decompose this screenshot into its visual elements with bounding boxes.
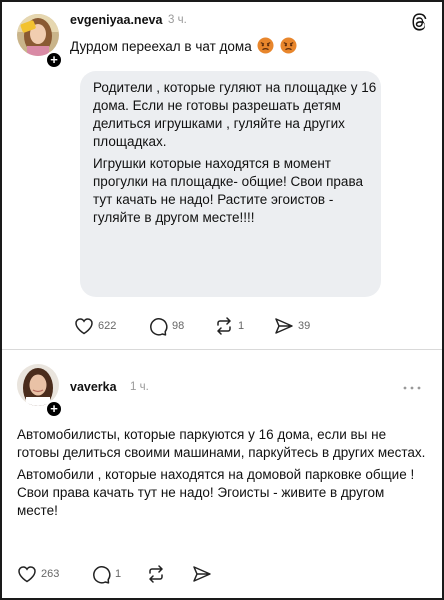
threads-logo-icon	[411, 13, 427, 31]
comment-button[interactable]: 1	[91, 563, 121, 585]
share-button[interactable]	[192, 563, 216, 585]
post-evgeniyaa: + evgeniyaa.neva 3 ч. Дурдом переехал в …	[0, 0, 444, 349]
repost-button[interactable]	[146, 563, 170, 585]
repost-button[interactable]: 1	[214, 315, 244, 337]
comment-icon	[150, 317, 168, 336]
comment-count: 98	[172, 320, 185, 332]
username[interactable]: vaverka	[70, 380, 117, 394]
caption-text: Дурдом переехал в чат дома	[70, 39, 252, 54]
like-button[interactable]: 263	[17, 563, 59, 585]
post-actions: 622 98 1 39	[0, 315, 444, 339]
share-button[interactable]: 39	[274, 315, 310, 337]
more-dots-icon[interactable]	[400, 380, 424, 390]
share-icon	[193, 566, 211, 582]
comment-button[interactable]: 98	[148, 315, 184, 337]
comment-icon	[93, 565, 111, 584]
like-button[interactable]: 622	[74, 315, 116, 337]
post-paragraph: Автомобилисты, которые паркуются у 16 до…	[17, 427, 426, 460]
comment-count: 1	[115, 568, 122, 580]
avatar[interactable]	[17, 14, 59, 56]
username[interactable]: evgeniyaa.neva	[70, 13, 162, 27]
post-time: 1 ч.	[130, 381, 149, 393]
quoted-message-text: Родители , которые гуляют на площадке у …	[93, 79, 378, 231]
post-paragraph: Автомобили , которые находятся на домово…	[17, 467, 415, 518]
like-count: 622	[98, 320, 117, 332]
share-count: 39	[298, 320, 311, 332]
post-time: 3 ч.	[168, 14, 187, 26]
post-actions: 263 1	[0, 563, 444, 587]
follow-plus-icon[interactable]: +	[45, 400, 63, 418]
angry-face-emoji	[257, 37, 274, 54]
repost-icon	[217, 317, 231, 335]
angry-face-emoji	[280, 37, 297, 54]
repost-count: 1	[238, 320, 245, 332]
quoted-paragraph: Родители , которые гуляют на площадке у …	[93, 80, 377, 149]
post-caption: Дурдом переехал в чат дома	[70, 37, 297, 54]
post-body: Автомобилисты, которые паркуются у 16 до…	[17, 426, 427, 524]
heart-icon	[75, 318, 93, 335]
heart-icon	[18, 566, 36, 583]
like-count: 263	[41, 568, 60, 580]
repost-icon	[149, 565, 163, 583]
post-divider	[2, 349, 442, 350]
follow-plus-icon[interactable]: +	[45, 51, 63, 69]
quoted-paragraph: Игрушки которые находятся в момент прогу…	[93, 156, 363, 225]
share-icon	[275, 318, 293, 334]
